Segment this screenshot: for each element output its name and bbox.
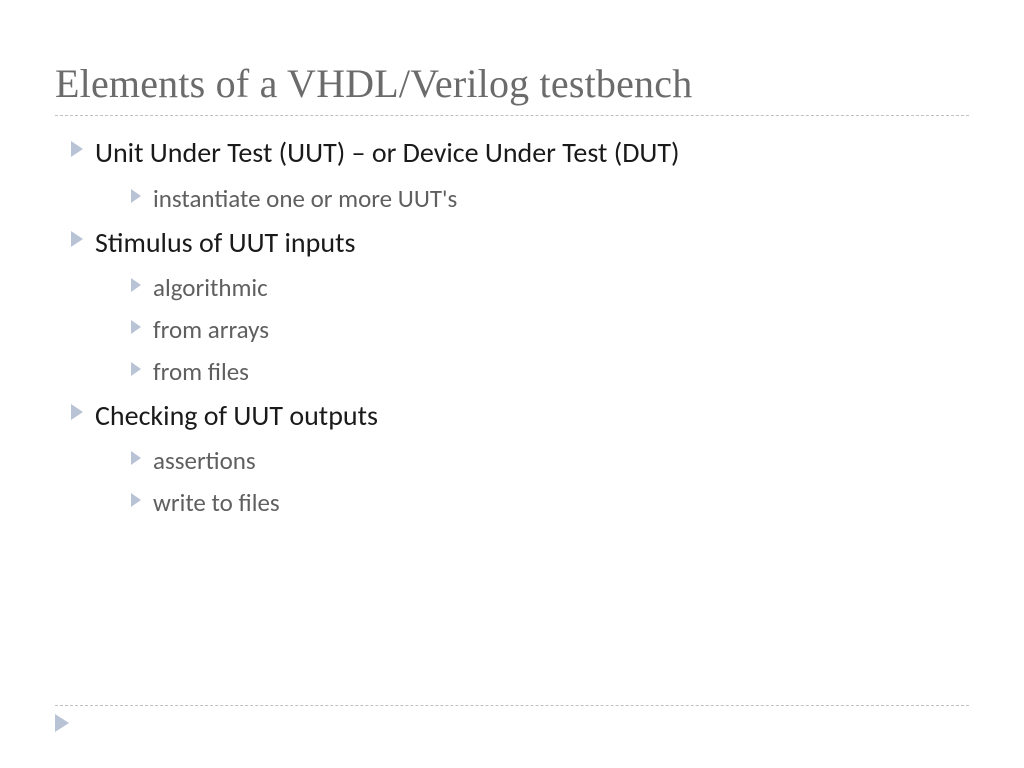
list-item-text: Stimulus of UUT inputs (95, 224, 969, 262)
triangle-bullet-icon (131, 189, 141, 203)
slide: Elements of a VHDL/Verilog testbench Uni… (0, 0, 1024, 768)
list-item: Stimulus of UUT inputs (71, 224, 969, 262)
triangle-bullet-icon (131, 278, 141, 292)
sub-list: algorithmic from arrays from files (131, 271, 969, 388)
list-item: Checking of UUT outputs (71, 397, 969, 435)
triangle-bullet-icon (131, 320, 141, 334)
list-item: Unit Under Test (UUT) – or Device Under … (71, 134, 969, 172)
list-item-text: assertions (153, 444, 969, 478)
list-item-text: from files (153, 355, 969, 389)
sub-list: assertions write to files (131, 444, 969, 520)
list-item-text: instantiate one or more UUT's (153, 182, 969, 216)
list-item: write to files (131, 486, 969, 520)
list-item-text: Checking of UUT outputs (95, 397, 969, 435)
list-item: assertions (131, 444, 969, 478)
triangle-bullet-icon (71, 141, 83, 157)
list-item: from files (131, 355, 969, 389)
triangle-bullet-icon (131, 362, 141, 376)
list-item-text: algorithmic (153, 271, 969, 305)
triangle-bullet-icon (131, 493, 141, 507)
list-item-text: write to files (153, 486, 969, 520)
footer-divider (55, 705, 969, 706)
list-item-text: Unit Under Test (UUT) – or Device Under … (95, 134, 969, 172)
bullet-list: Unit Under Test (UUT) – or Device Under … (71, 134, 969, 520)
triangle-bullet-icon (131, 451, 141, 465)
sub-list: instantiate one or more UUT's (131, 182, 969, 216)
list-item: algorithmic (131, 271, 969, 305)
triangle-bullet-icon (71, 404, 83, 420)
triangle-bullet-icon (71, 231, 83, 247)
slide-title: Elements of a VHDL/Verilog testbench (55, 60, 969, 107)
triangle-decor-icon (55, 714, 69, 732)
list-item: instantiate one or more UUT's (131, 182, 969, 216)
title-divider (55, 115, 969, 116)
list-item-text: from arrays (153, 313, 969, 347)
list-item: from arrays (131, 313, 969, 347)
